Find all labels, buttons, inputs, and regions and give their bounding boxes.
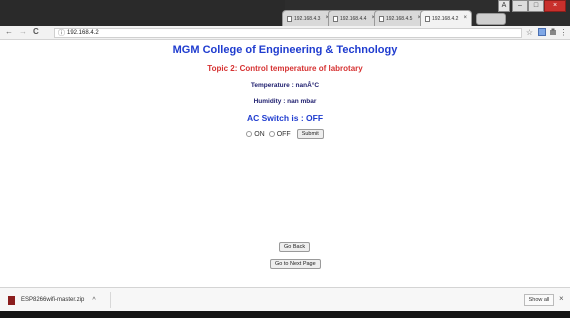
ac-control-form: ON OFF Submit	[0, 129, 570, 139]
radio-off-label: OFF	[276, 130, 291, 138]
url-text[interactable]: 192.168.4.2	[67, 29, 99, 38]
radio-on[interactable]	[246, 131, 253, 137]
close-window-button[interactable]: ×	[544, 0, 566, 12]
info-icon[interactable]: ⓘ	[58, 29, 65, 38]
college-heading: MGM College of Engineering & Technology	[172, 44, 398, 56]
page-icon	[425, 15, 430, 22]
temperature-reading: Temperature : nanÂ°C	[250, 82, 320, 89]
download-item[interactable]: ESP8266wifi-master.zip ^	[8, 294, 96, 306]
address-bar[interactable]: ⓘ 192.168.4.2	[54, 28, 522, 38]
topic-heading: Topic 2: Control temperature of labrotar…	[207, 64, 363, 73]
close-shelf-icon[interactable]: ×	[559, 294, 564, 303]
humidity-reading: Humidity : nan mbar	[253, 98, 317, 105]
ac-status: AC Switch is : OFF	[246, 113, 324, 123]
tab-192-168-4-2[interactable]: 192.168.4.2 ×	[420, 10, 472, 26]
radio-off[interactable]	[268, 131, 275, 137]
user-profile-button[interactable]: A	[498, 0, 510, 12]
extension-icon[interactable]	[537, 28, 546, 37]
download-filename: ESP8266wifi-master.zip	[21, 297, 85, 303]
new-tab-button[interactable]	[476, 13, 506, 25]
tab-192-168-4-4[interactable]: 192.168.4.4 ×	[328, 10, 380, 26]
divider	[110, 292, 111, 308]
bottom-border	[0, 311, 570, 318]
bookmark-star-icon[interactable]: ☆	[525, 28, 534, 37]
tab-192-168-4-3[interactable]: 192.168.4.3 ×	[282, 10, 334, 26]
browser-toolbar: ← → C ⓘ 192.168.4.2 ☆ ⋮	[0, 26, 570, 40]
radio-on-label: ON	[254, 130, 265, 138]
tab-title: 192.168.4.3	[294, 15, 321, 22]
reload-icon[interactable]: C	[33, 27, 39, 36]
go-back-button[interactable]: Go Back	[279, 242, 311, 252]
browser-window: 192.168.4.3 × 192.168.4.4 × 192.168.4.5 …	[0, 0, 570, 318]
extension-icon-2[interactable]	[548, 28, 557, 37]
tab-title: 192.168.4.4	[340, 15, 367, 22]
page-icon	[379, 15, 384, 22]
page-icon	[333, 15, 338, 22]
maximize-button[interactable]: □	[528, 0, 544, 12]
show-all-button[interactable]: Show all	[524, 294, 554, 306]
download-shelf: ESP8266wifi-master.zip ^ Show all ×	[0, 287, 570, 311]
tab-title: 192.168.4.5	[386, 15, 413, 22]
title-bar-empty	[0, 0, 285, 26]
window-controls: A – □ ×	[498, 0, 566, 14]
minimize-button[interactable]: –	[512, 0, 528, 12]
download-options-icon[interactable]: ^	[92, 297, 95, 304]
menu-icon[interactable]: ⋮	[559, 28, 568, 37]
tab-title: 192.168.4.2	[432, 15, 459, 22]
page-icon	[287, 15, 292, 22]
forward-arrow-icon[interactable]: →	[19, 27, 27, 36]
back-arrow-icon[interactable]: ←	[5, 27, 13, 36]
tabs-container: 192.168.4.3 × 192.168.4.4 × 192.168.4.5 …	[282, 10, 506, 26]
tab-close-icon[interactable]: ×	[463, 15, 467, 21]
page-content: MGM College of Engineering & Technology …	[0, 40, 570, 287]
go-next-page-button[interactable]: Go to Next Page	[270, 259, 321, 269]
zip-file-icon	[8, 295, 15, 305]
tab-strip: 192.168.4.3 × 192.168.4.4 × 192.168.4.5 …	[0, 0, 570, 26]
submit-button[interactable]: Submit	[296, 129, 324, 139]
tab-192-168-4-5[interactable]: 192.168.4.5 ×	[374, 10, 426, 26]
